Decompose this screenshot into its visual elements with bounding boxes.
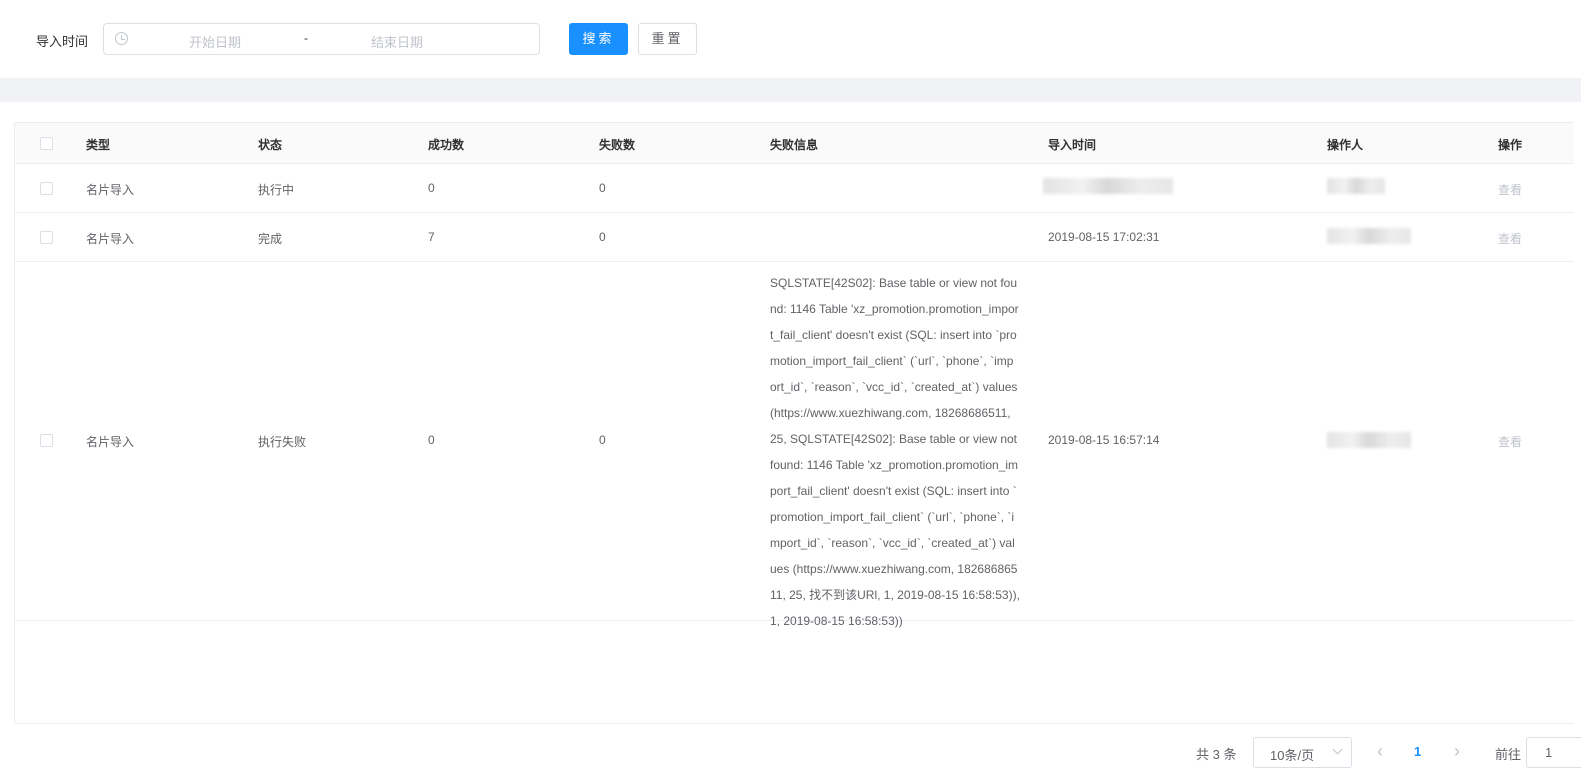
goto-label: 前往 [1495,747,1522,762]
header-fail: 失败数 [599,138,636,152]
date-range-picker[interactable]: 开始日期 - 结束日期 [103,23,540,55]
cell-status: 完成 [258,232,283,246]
cell-fail: 0 [599,433,606,447]
prev-page-button[interactable]: ‹ [1377,741,1383,762]
cell-success: 0 [428,433,435,447]
table-row: 名片导入 执行失败 0 0 SQLSTATE[42S02]: Base tabl… [15,262,1574,628]
cell-success: 7 [428,230,435,244]
blurred-operator [1327,228,1411,244]
header-success: 成功数 [428,138,465,152]
cell-type: 名片导入 [86,183,135,197]
cell-status: 执行中 [258,183,295,197]
next-page-button[interactable]: › [1454,741,1460,762]
header-time: 导入时间 [1048,138,1097,152]
cell-time: 2019-08-15 16:57:14 [1048,433,1160,447]
clock-icon [115,32,128,45]
select-all-checkbox[interactable] [40,137,53,150]
view-link[interactable]: 查看 [1498,181,1522,198]
cell-fail: 0 [599,230,606,244]
range-separator: - [304,31,308,45]
import-time-label: 导入时间 [36,34,89,49]
table-header: 类型 状态 成功数 失败数 失败信息 导入时间 操作人 操作 [15,123,1574,164]
blurred-operator [1327,178,1385,194]
chevron-down-icon [1332,744,1343,755]
row-checkbox[interactable] [40,231,53,244]
page-size-select[interactable]: 10条/页 [1253,737,1352,768]
row-checkbox[interactable] [40,182,53,195]
blurred-time [1043,178,1173,194]
filter-bar: 导入时间 开始日期 - 结束日期 搜索 重置 [0,0,1581,78]
cell-status: 执行失败 [258,435,307,449]
header-action: 操作 [1498,138,1523,152]
blurred-operator [1327,432,1411,448]
start-date-input[interactable]: 开始日期 [189,32,241,51]
cell-fail: 0 [599,181,606,195]
divider-band [0,78,1581,102]
cell-type: 名片导入 [86,435,135,449]
page-size-value: 10条/页 [1270,748,1315,763]
header-message: 失败信息 [770,138,819,152]
import-table: 类型 状态 成功数 失败数 失败信息 导入时间 操作人 操作 名片导入 执行中 … [14,122,1574,724]
cell-time: 2019-08-15 17:02:31 [1048,230,1160,244]
cell-success: 0 [428,181,435,195]
view-link[interactable]: 查看 [1498,433,1522,450]
table-row: 名片导入 完成 7 0 2019-08-15 17:02:31 查看 [15,213,1574,262]
row-checkbox[interactable] [40,434,53,447]
reset-button[interactable]: 重置 [638,23,697,55]
page-1[interactable]: 1 [1414,744,1421,759]
search-button[interactable]: 搜索 [569,23,628,55]
cell-fail-message: SQLSTATE[42S02]: Base table or view not … [770,276,1020,628]
header-operator: 操作人 [1327,138,1364,152]
goto-page-input[interactable]: 1 [1526,737,1581,768]
header-status: 状态 [258,138,283,152]
table-row: 名片导入 执行中 0 0 查看 [15,164,1574,213]
header-type: 类型 [86,138,111,152]
total-count: 共 3 条 [1196,747,1237,762]
end-date-input[interactable]: 结束日期 [371,32,423,51]
cell-type: 名片导入 [86,232,135,246]
view-link[interactable]: 查看 [1498,230,1522,247]
